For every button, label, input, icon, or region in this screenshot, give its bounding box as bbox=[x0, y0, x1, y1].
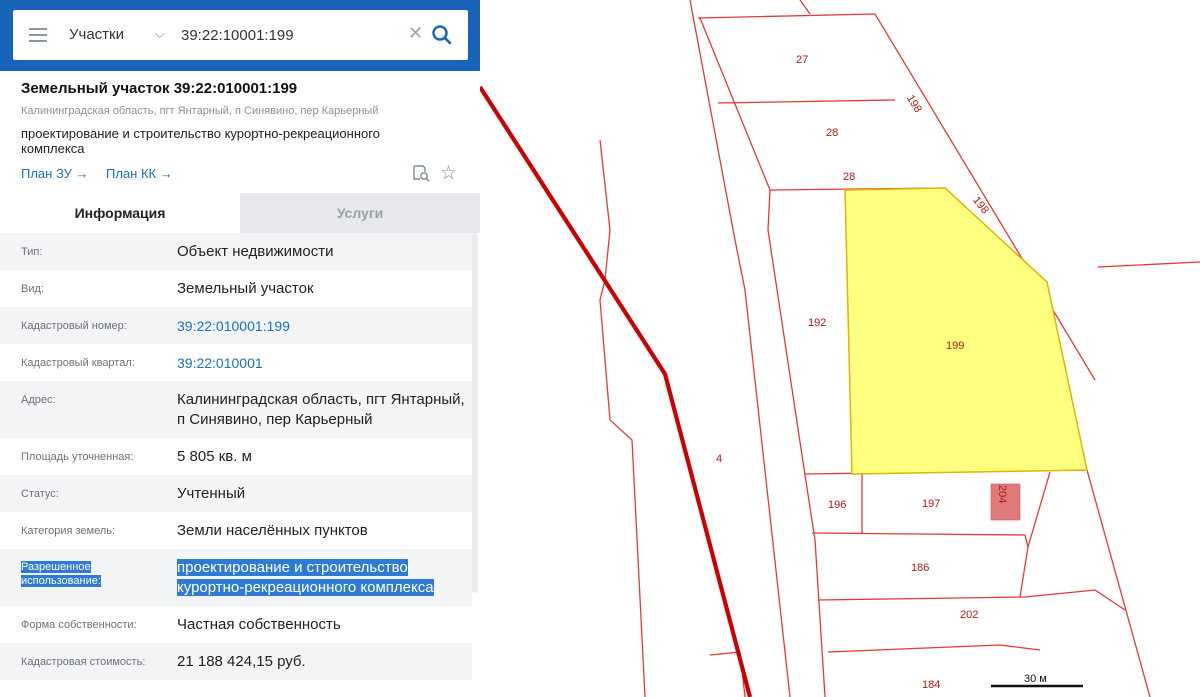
property-row-cadastral-value: Кадастровая стоимость: 21 188 424,15 руб… bbox=[0, 643, 472, 680]
object-title: Земельный участок 39:22:010001:199 bbox=[21, 80, 298, 97]
star-icon[interactable]: ☆ bbox=[440, 162, 457, 185]
search-input[interactable] bbox=[181, 23, 403, 47]
property-label: Вид: bbox=[21, 283, 44, 295]
property-value: Калининградская область, пгт Янтарный, п… bbox=[177, 391, 465, 428]
tab-services[interactable]: Услуги bbox=[240, 193, 480, 233]
search-box: Участки ⌵ ✕ bbox=[13, 10, 468, 60]
hamburger-icon[interactable] bbox=[29, 28, 47, 42]
property-label: Кадастровый квартал: bbox=[21, 357, 135, 369]
parcel-label-198: 198 bbox=[904, 93, 924, 115]
parcel-label-197: 197 bbox=[922, 498, 940, 510]
boundary-186-202 bbox=[817, 589, 1126, 611]
property-label-wrap: Разрешенное использование: bbox=[21, 560, 141, 588]
object-address: Калининградская область, пгт Янтарный, п… bbox=[21, 105, 379, 117]
property-label: Кадастровая стоимость: bbox=[21, 656, 146, 668]
boundary-197-186 bbox=[811, 532, 1029, 548]
boundary-27-28 bbox=[717, 99, 896, 104]
property-row-kind: Вид: Земельный участок bbox=[0, 270, 472, 307]
property-row-area: Площадь уточненная: 5 805 кв. м bbox=[0, 438, 472, 475]
property-label: Разрешенное использование: bbox=[21, 561, 101, 587]
property-row-land-category: Категория земель: Земли населённых пункт… bbox=[0, 512, 472, 549]
plan-kk-link[interactable]: План КК → bbox=[106, 166, 173, 181]
chevron-left-icon[interactable]: ‹ bbox=[480, 0, 496, 71]
boundary-west-lower bbox=[767, 189, 826, 697]
property-value-wrap: проектирование и строительство курортно-… bbox=[177, 558, 462, 598]
property-row-ownership: Форма собственности: Частная собственнос… bbox=[0, 606, 472, 643]
search-icon[interactable] bbox=[431, 24, 453, 46]
parcel-label-198b: 198 bbox=[970, 194, 991, 216]
parcel-label-202: 202 bbox=[960, 609, 978, 621]
boundary-202-184 bbox=[827, 644, 1041, 653]
search-bar: Участки ⌵ ✕ bbox=[0, 0, 480, 71]
parcel-label-196: 196 bbox=[828, 499, 846, 511]
parcel-label-184: 184 bbox=[922, 679, 940, 691]
boundary-west-upper bbox=[699, 17, 771, 191]
document-search-icon[interactable] bbox=[412, 164, 430, 182]
boundary-4-west bbox=[599, 139, 646, 697]
boundary-far-east bbox=[1097, 261, 1200, 268]
road-edge-left bbox=[689, 0, 791, 697]
parcel-label-192: 192 bbox=[808, 317, 826, 329]
properties-table: Тип: Объект недвижимости Вид: Земельный … bbox=[0, 233, 472, 680]
property-row-permitted-use: Разрешенное использование: проектировани… bbox=[0, 549, 472, 606]
property-label: Статус: bbox=[21, 488, 59, 500]
parcel-label-204: 204 bbox=[996, 485, 1008, 503]
parcel-199-selected[interactable] bbox=[844, 187, 1088, 475]
scale-bar: 30 м bbox=[991, 673, 1083, 688]
close-icon[interactable]: ✕ bbox=[408, 23, 423, 44]
cadastral-quarter-link[interactable]: 39:22:010001 bbox=[177, 353, 467, 373]
boundary-top-stub bbox=[799, 0, 811, 15]
property-row-status: Статус: Учтенный bbox=[0, 475, 472, 512]
parcel-label-28: 28 bbox=[826, 127, 838, 139]
search-type-select[interactable]: Участки bbox=[69, 26, 124, 43]
property-value: 5 805 кв. м bbox=[177, 448, 252, 465]
property-value: Земли населённых пунктов bbox=[177, 522, 368, 539]
boundary-east-lower bbox=[1086, 469, 1151, 697]
panel-scrollbar[interactable] bbox=[472, 233, 478, 593]
cadastral-number-link[interactable]: 39:22:010001:199 bbox=[177, 316, 467, 336]
object-purpose: проектирование и строительство курортно-… bbox=[21, 126, 380, 156]
property-label: Тип: bbox=[21, 246, 43, 258]
property-value: Частная собственность bbox=[177, 616, 341, 633]
property-label: Категория земель: bbox=[21, 525, 116, 537]
parcel-label-27: 27 bbox=[796, 54, 808, 66]
plan-zu-link[interactable]: План ЗУ → bbox=[21, 166, 89, 181]
property-row-type: Тип: Объект недвижимости bbox=[0, 233, 472, 270]
parcel-label-186: 186 bbox=[911, 562, 929, 574]
parcel-label-4: 4 bbox=[716, 453, 722, 465]
road-line bbox=[478, 85, 753, 697]
property-row-cadastral-number: Кадастровый номер: 39:22:010001:199 bbox=[0, 307, 472, 344]
property-value: 21 188 424,15 руб. bbox=[177, 653, 306, 670]
scale-bar-label: 30 м bbox=[1024, 673, 1047, 685]
property-label: Площадь уточненная: bbox=[21, 451, 134, 463]
property-value: Объект недвижимости bbox=[177, 243, 334, 260]
property-row-address: Адрес: Калининградская область, пгт Янта… bbox=[0, 381, 472, 438]
property-label: Кадастровый номер: bbox=[21, 320, 127, 332]
parcel-label-199: 199 bbox=[946, 340, 964, 352]
property-label: Адрес: bbox=[21, 394, 56, 406]
parcel-label-28b: 28 bbox=[843, 171, 855, 183]
info-panel: Участки ⌵ ✕ Земельный участок 39:22:0100… bbox=[0, 0, 480, 697]
property-value: Учтенный bbox=[177, 485, 246, 502]
property-row-cadastral-quarter: Кадастровый квартал: 39:22:010001 bbox=[0, 344, 472, 381]
property-value: Земельный участок bbox=[177, 280, 314, 297]
chevron-down-icon[interactable]: ⌵ bbox=[155, 26, 165, 42]
tab-information[interactable]: Информация bbox=[0, 193, 240, 233]
property-label: Форма собственности: bbox=[21, 619, 137, 631]
property-value: проектирование и строительство курортно-… bbox=[177, 559, 434, 596]
